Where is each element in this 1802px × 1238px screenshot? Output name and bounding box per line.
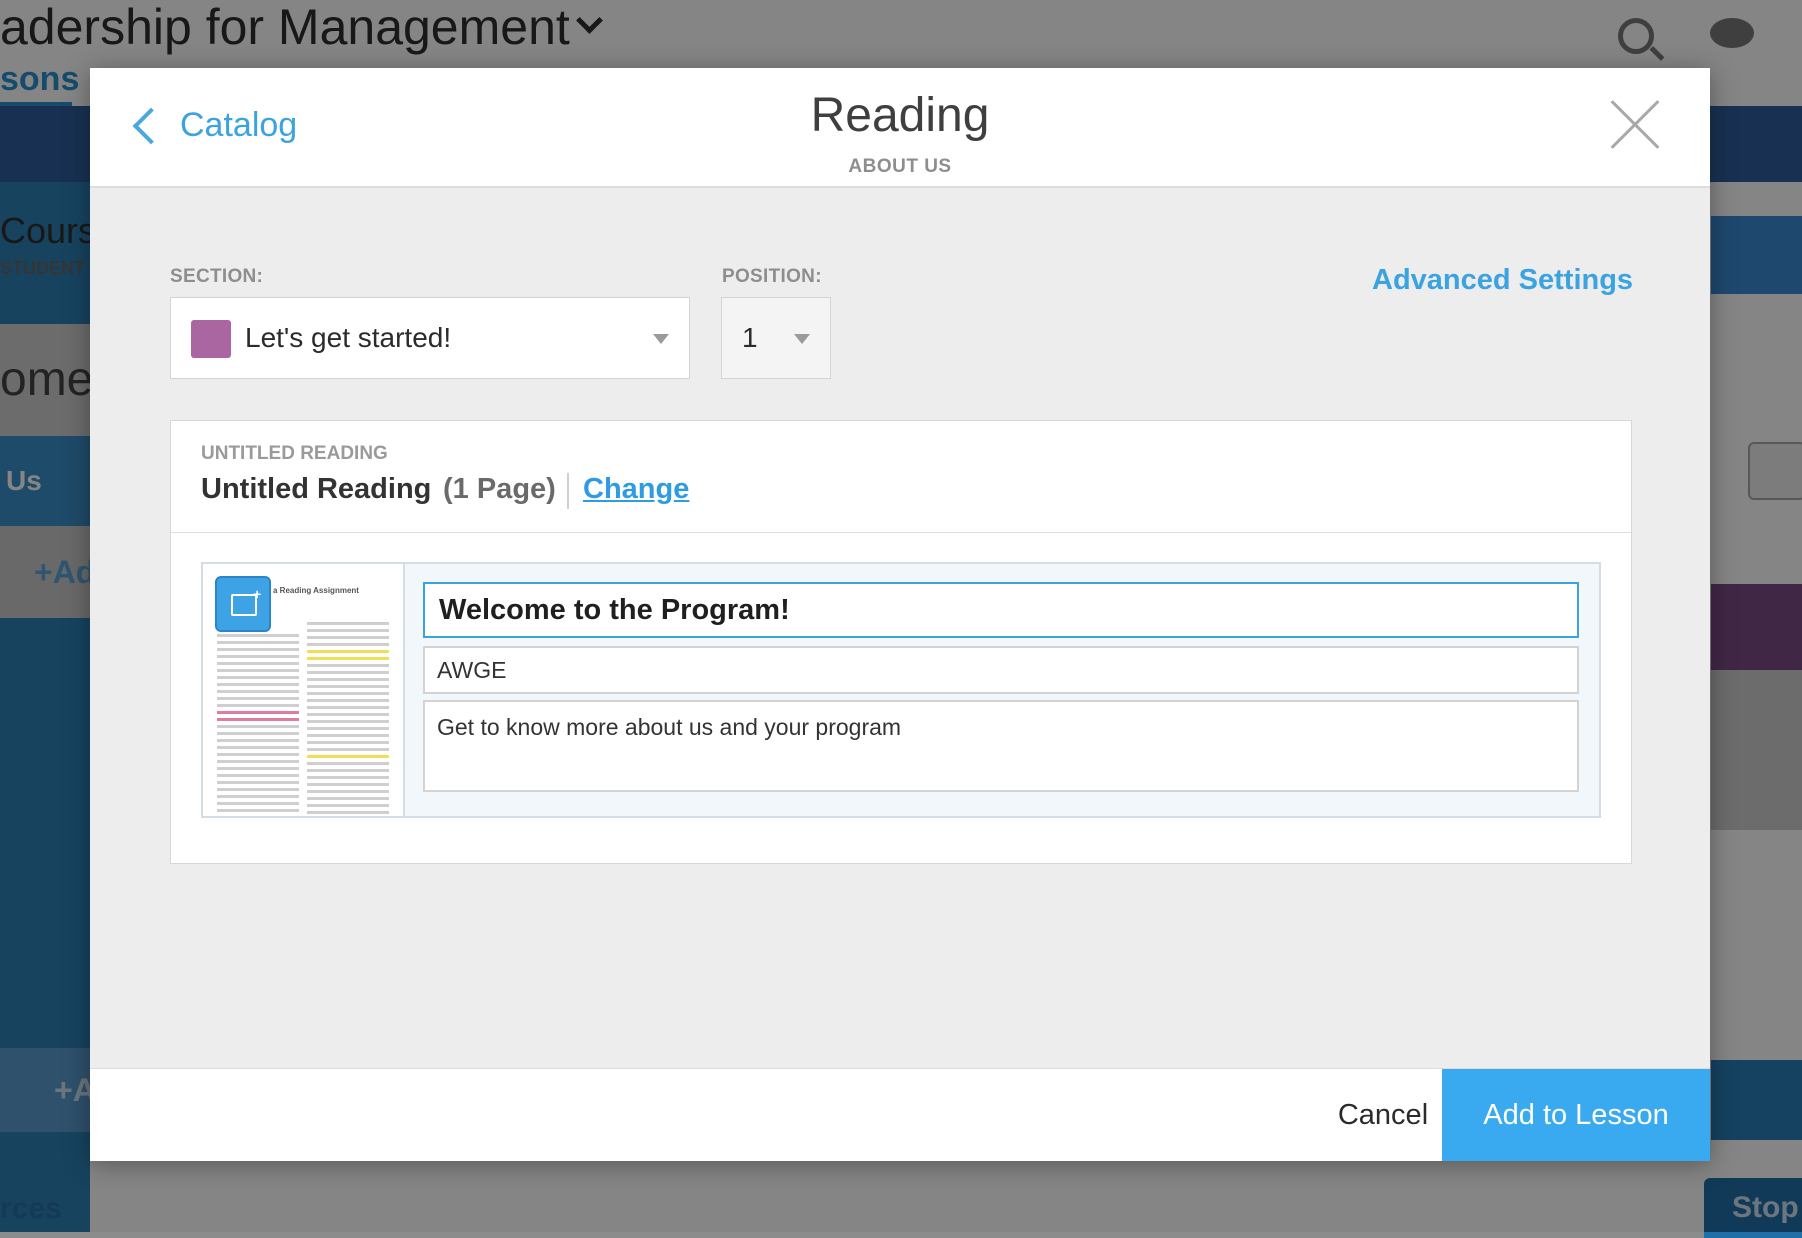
reading-thumbnail: a Reading Assignment + <box>203 564 405 816</box>
caret-down-icon <box>794 334 810 344</box>
reading-modal: Catalog Reading ABOUT US SECTION: Let's … <box>90 68 1710 1161</box>
thumbnail-title: a Reading Assignment <box>273 586 359 595</box>
modal-subtitle: ABOUT US <box>848 156 952 177</box>
change-reading-link[interactable]: Change <box>583 473 689 506</box>
position-label: POSITION: <box>722 266 822 287</box>
close-icon[interactable] <box>1608 98 1662 152</box>
advanced-settings-link[interactable]: Advanced Settings <box>1372 264 1633 297</box>
reading-title-input[interactable] <box>423 582 1579 638</box>
section-select-value: Let's get started! <box>245 322 452 353</box>
section-color-swatch <box>191 320 231 358</box>
plus-icon: + <box>253 586 262 602</box>
thumbnail-text-left <box>217 634 299 816</box>
divider <box>171 532 1631 533</box>
change-image-button[interactable]: + <box>215 576 271 632</box>
section-select[interactable]: Let's get started! <box>170 297 690 379</box>
reading-header-label: UNTITLED READING <box>201 443 388 464</box>
modal-footer: Cancel Add to Lesson <box>90 1068 1710 1161</box>
reading-name: Untitled Reading <box>201 473 432 505</box>
thumbnail-text-right <box>307 622 389 816</box>
caret-down-icon <box>653 334 669 344</box>
reading-page-count: (1 Page) <box>443 473 556 505</box>
add-to-lesson-button[interactable]: Add to Lesson <box>1442 1069 1710 1161</box>
position-select[interactable]: 1 <box>721 297 831 379</box>
position-select-value: 1 <box>742 322 758 353</box>
reading-card: UNTITLED READING Untitled Reading (1 Pag… <box>170 420 1632 864</box>
section-label: SECTION: <box>170 266 264 287</box>
modal-header: Catalog Reading ABOUT US <box>90 68 1710 188</box>
reading-author-input[interactable] <box>423 646 1579 694</box>
modal-title: Reading <box>810 89 990 142</box>
divider <box>567 473 569 509</box>
reading-item: a Reading Assignment + Welcome to the Pr… <box>201 562 1601 818</box>
reading-description-input[interactable]: Get to know more about us and your progr… <box>423 700 1579 792</box>
